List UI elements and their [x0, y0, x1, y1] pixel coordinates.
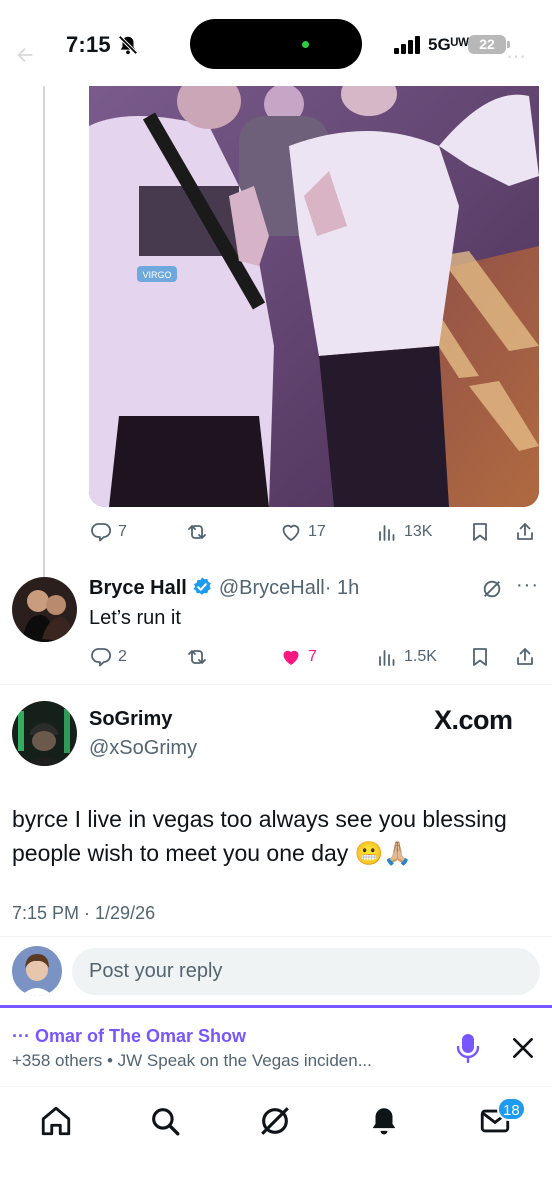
repost-button[interactable]	[185, 515, 214, 549]
status-time: 7:15	[66, 32, 111, 57]
heart-icon	[282, 524, 300, 541]
reply-author-handle: @BryceHall	[218, 577, 325, 599]
reply-icon	[91, 523, 112, 542]
xcom-watermark: X.com	[434, 705, 513, 735]
bryce-hall-avatar[interactable]	[12, 577, 77, 642]
my-avatar	[12, 946, 62, 996]
silent-mode-icon	[118, 35, 138, 55]
notifications-icon[interactable]	[367, 1104, 401, 1138]
reply-author-name: Bryce Hall	[89, 577, 187, 599]
photo-post-actions: 7 17 13K	[89, 515, 539, 549]
back-arrow-icon[interactable]	[14, 44, 36, 66]
reply-count: 7	[118, 523, 127, 540]
grok-icon[interactable]	[258, 1104, 292, 1138]
post-photo[interactable]: VIRGO	[89, 86, 539, 507]
sogrimy-avatar[interactable]	[12, 701, 77, 766]
reply-button[interactable]: 7	[89, 515, 127, 549]
battery-level: 22	[468, 35, 506, 54]
bottom-navigation	[0, 1088, 552, 1200]
reply-author[interactable]: Bryce Hall @BryceHall· 1h	[89, 576, 359, 600]
close-icon[interactable]	[510, 1035, 536, 1061]
repost-icon	[188, 650, 206, 664]
reply-icon	[91, 648, 112, 667]
reply-share-button[interactable]	[513, 640, 537, 674]
reply-views-button[interactable]: 1.5K	[375, 640, 437, 674]
home-icon[interactable]	[39, 1104, 73, 1138]
heart-filled-icon	[283, 650, 299, 665]
signal-icon	[394, 36, 420, 54]
shirt-label: VIRGO	[142, 270, 171, 280]
main-author-name[interactable]: SoGrimy	[89, 708, 172, 731]
reply-input[interactable]: Post your reply	[72, 948, 540, 995]
status-bar: 7:15 5Gᵁᵂ 22 ⋯	[0, 0, 552, 86]
reply-repost-button[interactable]	[185, 640, 209, 674]
main-author-handle[interactable]: @xSoGrimy	[89, 737, 197, 760]
reply-view-count: 1.5K	[404, 648, 437, 665]
network-type: 5Gᵁᵂ	[428, 35, 469, 54]
spaces-bar[interactable]: ··· Omar of The Omar Show +358 others • …	[0, 1005, 552, 1087]
bookmark-icon	[473, 648, 487, 666]
more-menu-icon[interactable]: ⋯	[506, 44, 526, 69]
views-icon	[379, 525, 395, 541]
main-tweet-timestamp: 7:15 PM · 1/29/26	[12, 903, 156, 923]
reply-actions: 2 7 1.5K	[89, 640, 539, 674]
bookmark-icon	[473, 523, 487, 541]
share-icon	[517, 648, 533, 665]
views-icon	[379, 650, 395, 666]
view-count: 13K	[404, 523, 433, 540]
microphone-icon[interactable]	[455, 1033, 481, 1063]
reply-like-count: 7	[308, 648, 317, 665]
spaces-subtitle: +358 others • JW Speak on the Vegas inci…	[12, 1051, 372, 1070]
reply-bookmark-button[interactable]	[468, 640, 492, 674]
reply-time: · 1h	[324, 577, 360, 599]
verified-badge-icon	[193, 577, 211, 595]
search-icon[interactable]	[148, 1104, 182, 1138]
divider	[0, 684, 552, 685]
spaces-host: ··· Omar of The Omar Show	[12, 1026, 247, 1046]
share-icon	[517, 523, 533, 540]
grok-icon[interactable]	[481, 578, 503, 600]
reply-text: Let’s run it	[89, 607, 181, 629]
camera-indicator	[302, 41, 309, 48]
messages-badge: 18	[497, 1097, 526, 1121]
like-count: 17	[308, 523, 326, 540]
thread-line	[43, 86, 45, 578]
reply-reply-button[interactable]: 2	[89, 640, 127, 674]
dynamic-island	[190, 19, 362, 69]
reply-reply-count: 2	[118, 648, 127, 665]
like-button[interactable]: 17	[279, 515, 326, 549]
share-button[interactable]	[513, 515, 537, 549]
repost-icon	[188, 525, 206, 539]
bookmark-button[interactable]	[468, 515, 492, 549]
views-button[interactable]: 13K	[375, 515, 432, 549]
divider	[0, 936, 552, 937]
main-tweet-text: byrce I live in vegas too always see you…	[12, 806, 507, 866]
reply-like-button[interactable]: 7	[279, 640, 317, 674]
reply-more-icon[interactable]: ···	[516, 574, 539, 597]
